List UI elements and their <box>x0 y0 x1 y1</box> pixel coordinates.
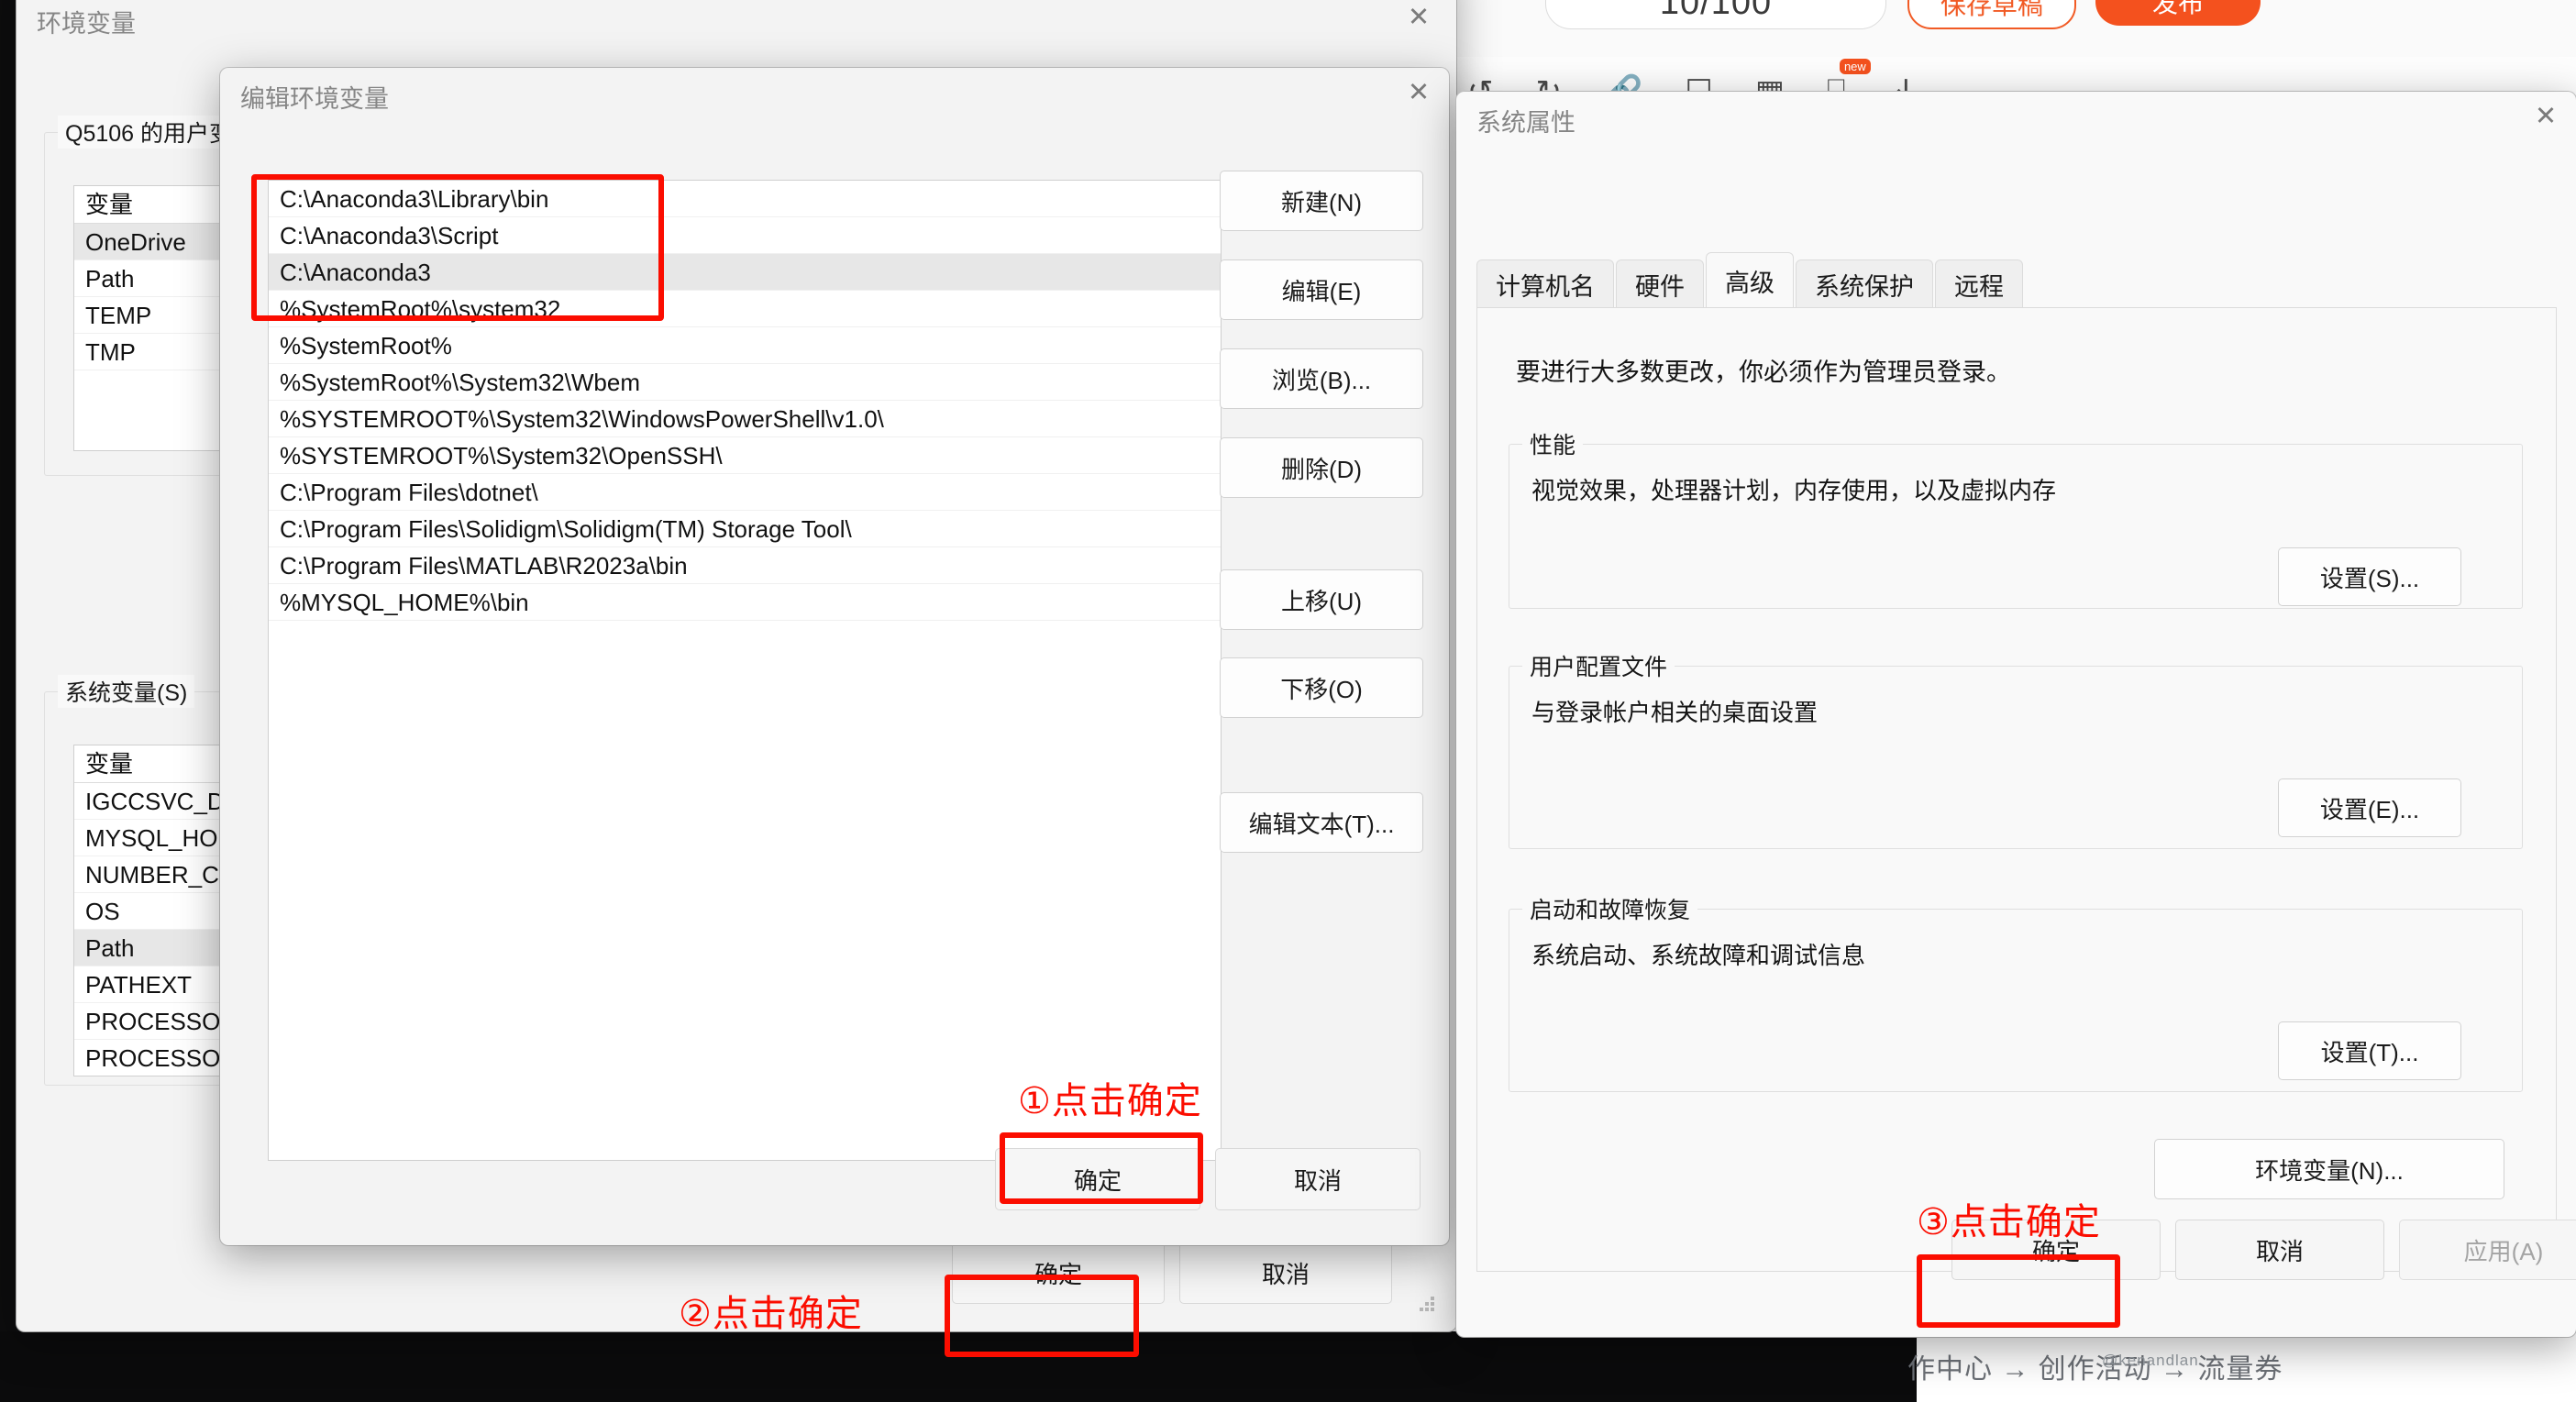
close-icon[interactable]: ✕ <box>1388 68 1449 116</box>
move-down-button[interactable]: 下移(O) <box>1220 657 1423 718</box>
new-badge: new <box>1839 59 1871 74</box>
list-item[interactable]: C:\Program Files\Solidigm\Solidigm(TM) S… <box>269 511 1221 547</box>
sys-cancel-button[interactable]: 取消 <box>2175 1220 2384 1280</box>
user-profiles-settings-button[interactable]: 设置(E)... <box>2278 778 2461 837</box>
env-window-title: 环境变量 <box>37 10 136 38</box>
sys-window-titlebar: 系统属性 ✕ <box>1456 92 2576 143</box>
edit-ok-button[interactable]: 确定 <box>995 1148 1200 1210</box>
background-app-toolbar: 10/100 保存草稿 发布 <box>1431 0 2576 58</box>
word-counter: 10/100 <box>1545 0 1886 29</box>
startup-recovery-settings-button[interactable]: 设置(T)... <box>2278 1021 2461 1080</box>
env-window-titlebar: 环境变量 ✕ <box>17 0 1456 38</box>
delete-button[interactable]: 删除(D) <box>1220 437 1423 498</box>
edit-text-button[interactable]: 编辑文本(T)... <box>1220 792 1423 853</box>
watermark: 作中心 → 创作活动 → 流量券 @kenandlan <box>1907 1346 2283 1386</box>
user-profiles-group: 用户配置文件 与登录帐户相关的桌面设置 设置(E)... <box>1509 649 2523 849</box>
list-item[interactable]: C:\Anaconda3\Script <box>269 217 1221 254</box>
performance-group-label: 性能 <box>1522 427 1584 460</box>
edit-environment-variable-window: 编辑环境变量 ✕ C:\Anaconda3\Library\bin C:\Ana… <box>220 68 1449 1245</box>
list-item[interactable]: C:\Anaconda3\Library\bin <box>269 181 1221 217</box>
desktop-left-strip <box>0 0 17 1402</box>
tab-system-protection[interactable]: 系统保护 <box>1796 259 1933 308</box>
publish-button[interactable]: 发布 <box>2095 0 2261 26</box>
tab-advanced[interactable]: 高级 <box>1706 252 1794 308</box>
list-item[interactable]: %SYSTEMROOT%\System32\WindowsPowerShell\… <box>269 401 1221 437</box>
edit-window-title: 编辑环境变量 <box>240 85 389 113</box>
list-item[interactable]: %SystemRoot% <box>269 327 1221 364</box>
browse-button[interactable]: 浏览(B)... <box>1220 348 1423 409</box>
list-item[interactable]: C:\Program Files\MATLAB\R2023a\bin <box>269 547 1221 584</box>
edit-button[interactable]: 编辑(E) <box>1220 259 1423 320</box>
sys-window-title: 系统属性 <box>1476 109 1575 137</box>
performance-description: 视觉效果，处理器计划，内存使用，以及虚拟内存 <box>1531 477 2057 504</box>
annotation-step-1: ①点击确定 <box>1018 1081 1202 1121</box>
performance-settings-button[interactable]: 设置(S)... <box>2278 547 2461 606</box>
close-icon[interactable]: ✕ <box>1388 0 1449 40</box>
edit-window-titlebar: 编辑环境变量 ✕ <box>220 68 1449 119</box>
system-properties-window: 系统属性 ✕ 计算机名 硬件 高级 系统保护 远程 要进行大多数更改，你必须作为… <box>1456 92 2576 1337</box>
env-ok-button[interactable]: 确定 <box>952 1242 1165 1304</box>
new-button[interactable]: 新建(N) <box>1220 171 1423 231</box>
list-item[interactable]: %SystemRoot%\system32 <box>269 291 1221 327</box>
save-draft-button[interactable]: 保存草稿 <box>1907 0 2076 29</box>
annotation-step-3: ③点击确定 <box>1917 1202 2101 1242</box>
user-profiles-group-label: 用户配置文件 <box>1522 649 1675 682</box>
watermark-author: @kenandlan <box>2102 1352 2199 1369</box>
tab-hardware[interactable]: 硬件 <box>1616 259 1704 308</box>
watermark-text: 作中心 → 创作活动 → 流量券 <box>1907 1354 2283 1385</box>
user-profiles-description: 与登录帐户相关的桌面设置 <box>1531 699 1819 726</box>
startup-recovery-group: 启动和故障恢复 系统启动、系统故障和调试信息 设置(T)... <box>1509 892 2523 1092</box>
resize-grip[interactable] <box>1420 1297 1440 1317</box>
path-entries-list[interactable]: C:\Anaconda3\Library\bin C:\Anaconda3\Sc… <box>268 180 1222 1161</box>
move-up-button[interactable]: 上移(U) <box>1220 569 1423 630</box>
advanced-tab-pane: 要进行大多数更改，你必须作为管理员登录。 性能 视觉效果，处理器计划，内存使用，… <box>1476 307 2557 1272</box>
list-item[interactable]: C:\Program Files\dotnet\ <box>269 474 1221 511</box>
environment-variables-button[interactable]: 环境变量(N)... <box>2154 1139 2504 1199</box>
list-item[interactable]: %SystemRoot%\System32\Wbem <box>269 364 1221 401</box>
env-cancel-button[interactable]: 取消 <box>1179 1242 1392 1304</box>
sys-tabbar: 计算机名 硬件 高级 系统保护 远程 <box>1476 252 2025 308</box>
startup-recovery-group-label: 启动和故障恢复 <box>1522 892 1698 925</box>
desktop-bottom-strip <box>0 1331 1917 1402</box>
close-icon[interactable]: ✕ <box>2515 92 2576 139</box>
tab-computer-name[interactable]: 计算机名 <box>1476 259 1614 308</box>
admin-notice: 要进行大多数更改，你必须作为管理员登录。 <box>1516 359 2011 386</box>
annotation-step-2: ②点击确定 <box>679 1294 863 1334</box>
list-item[interactable]: C:\Anaconda3 <box>269 254 1221 291</box>
performance-group: 性能 视觉效果，处理器计划，内存使用，以及虚拟内存 设置(S)... <box>1509 427 2523 609</box>
edit-cancel-button[interactable]: 取消 <box>1215 1148 1421 1210</box>
sys-apply-button[interactable]: 应用(A) <box>2399 1220 2576 1280</box>
list-item[interactable]: %MYSQL_HOME%\bin <box>269 584 1221 621</box>
system-variables-label: 系统变量(S) <box>58 675 195 708</box>
list-item[interactable]: %SYSTEMROOT%\System32\OpenSSH\ <box>269 437 1221 474</box>
startup-recovery-description: 系统启动、系统故障和调试信息 <box>1531 942 1866 969</box>
tab-remote[interactable]: 远程 <box>1935 259 2023 308</box>
